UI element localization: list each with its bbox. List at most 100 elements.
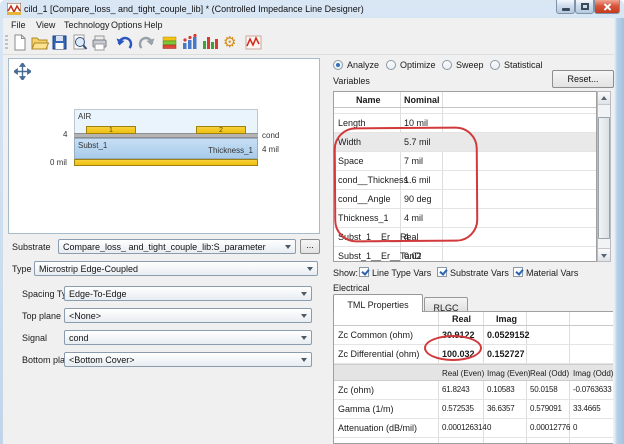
tab-rlgc[interactable]: RLGC bbox=[424, 297, 468, 312]
substrate-combobox[interactable]: Compare_loss_ and_tight_couple_lib:S_par… bbox=[58, 239, 296, 254]
radio-sweep-label: Sweep bbox=[456, 60, 484, 71]
toolbar-grip[interactable] bbox=[5, 35, 8, 51]
col-imag: Imag bbox=[496, 314, 517, 325]
radio-analyze-label: Analyze bbox=[347, 60, 379, 71]
redo-icon[interactable] bbox=[137, 33, 156, 52]
menu-view[interactable]: View bbox=[36, 20, 55, 30]
top-plane-field-label: Top plane bbox=[22, 311, 61, 322]
open-folder-icon[interactable] bbox=[30, 33, 49, 52]
chevron-down-icon bbox=[301, 336, 307, 340]
substrate-browse-button[interactable]: ... bbox=[300, 239, 320, 254]
menu-options[interactable]: Options bbox=[111, 20, 142, 30]
zc-row[interactable]: Zc (ohm) 61.8243 0.10583 50.0158 -0.0763… bbox=[334, 381, 613, 400]
radio-statistical[interactable] bbox=[490, 60, 500, 70]
variables-row-length[interactable]: Length10 mil bbox=[334, 114, 596, 133]
chevron-down-icon bbox=[285, 245, 291, 249]
signal-field-label: Signal bbox=[22, 333, 47, 344]
chevron-down-icon bbox=[301, 292, 307, 296]
substrate-label: Subst_1 bbox=[78, 141, 107, 150]
move-cursor-icon[interactable] bbox=[14, 63, 31, 80]
window-border bbox=[614, 18, 624, 444]
variables-section-label: Variables bbox=[333, 76, 370, 87]
signal-combobox[interactable]: cond bbox=[64, 330, 312, 345]
checkbox-substrate-vars[interactable] bbox=[437, 267, 447, 277]
save-icon[interactable] bbox=[50, 33, 69, 52]
checkbox-line-type-vars-label: Line Type Vars bbox=[372, 268, 431, 279]
air-label: AIR bbox=[78, 112, 91, 121]
col-imag-even: Imag (Even) bbox=[487, 369, 531, 379]
zc-differential-row[interactable]: Zc Differential (ohm) 100.032 0.152727 bbox=[334, 345, 613, 364]
variables-row-cond-thickness[interactable]: cond__Thickness1.6 mil bbox=[334, 171, 596, 190]
chevron-down-icon bbox=[301, 314, 307, 318]
undo-icon[interactable] bbox=[115, 33, 134, 52]
app-icon bbox=[7, 3, 21, 15]
print-icon[interactable] bbox=[90, 33, 109, 52]
maximize-icon bbox=[581, 3, 589, 10]
col-real-odd: Real (Odd) bbox=[530, 369, 569, 379]
chevron-down-icon bbox=[301, 358, 307, 362]
cross-section-canvas[interactable]: AIR 1 2 Subst_1 Thickness_1 4 0 mil cond… bbox=[8, 58, 320, 234]
electrical-table[interactable]: Real Imag Zc Common (ohm) 30.9122 0.0529… bbox=[333, 311, 613, 444]
conductor-1[interactable]: 1 bbox=[86, 126, 136, 134]
variables-row-cond-angle[interactable]: cond__Angle90 deg bbox=[334, 190, 596, 209]
toolbar: ⚙ bbox=[3, 31, 614, 55]
col-real: Real bbox=[452, 314, 471, 325]
substrate-stack-icon[interactable] bbox=[160, 33, 179, 52]
tab-tml-properties[interactable]: TML Properties bbox=[333, 294, 423, 312]
substrate-field-label: Substrate bbox=[12, 242, 51, 253]
col-nominal: Nominal bbox=[404, 95, 440, 106]
variables-row-er-tand[interactable]: Subst_1__Er__TanD0.02 bbox=[334, 247, 596, 266]
even-odd-header-row: Real (Even) Imag (Even) Real (Odd) Imag … bbox=[334, 364, 613, 381]
thickness-value-label: 4 mil bbox=[262, 145, 279, 154]
column-chart-icon[interactable] bbox=[200, 33, 219, 52]
window-title: cild_1 [Compare_loss_ and_tight_couple_l… bbox=[24, 4, 364, 14]
gamma-row[interactable]: Gamma (1/m) 0.572535 36.6357 0.579091 33… bbox=[334, 400, 613, 419]
checkbox-substrate-vars-label: Substrate Vars bbox=[450, 268, 509, 279]
thickness-label: Thickness_1 bbox=[208, 146, 253, 155]
radio-statistical-label: Statistical bbox=[504, 60, 543, 71]
menu-technology[interactable]: Technology bbox=[64, 20, 110, 30]
substrate-layer[interactable]: Subst_1 Thickness_1 bbox=[74, 138, 258, 159]
print-preview-icon[interactable] bbox=[70, 33, 89, 52]
checkbox-line-type-vars[interactable] bbox=[359, 267, 369, 277]
bottom-cover-layer[interactable] bbox=[74, 159, 258, 166]
variables-row-thickness-1[interactable]: Thickness_14 mil bbox=[334, 209, 596, 228]
checkbox-material-vars[interactable] bbox=[513, 267, 523, 277]
conductor-2[interactable]: 2 bbox=[196, 126, 246, 134]
variables-row-width[interactable]: Width5.7 mil bbox=[334, 133, 596, 152]
radio-sweep[interactable] bbox=[442, 60, 452, 70]
variables-table-header: Name Nominal bbox=[334, 92, 596, 108]
radio-analyze[interactable] bbox=[333, 60, 343, 70]
bottom-plane-combobox[interactable]: <Bottom Cover> bbox=[64, 352, 312, 367]
waveform-icon[interactable] bbox=[244, 33, 263, 52]
maximize-button[interactable] bbox=[575, 0, 594, 14]
settings-gear-icon[interactable]: ⚙ bbox=[223, 33, 242, 52]
minimize-icon bbox=[562, 8, 570, 11]
variables-row-er-real[interactable]: Subst_1__Er__Real4 bbox=[334, 228, 596, 247]
attenuation-db-row[interactable]: Attenuation (dB) 0.00126314 0 0.0012776 … bbox=[334, 438, 613, 444]
new-document-icon[interactable] bbox=[10, 33, 29, 52]
variables-row-space[interactable]: Space7 mil bbox=[334, 152, 596, 171]
scroll-thumb[interactable] bbox=[598, 117, 610, 239]
chevron-down-icon bbox=[307, 267, 313, 271]
titlebar[interactable]: cild_1 [Compare_loss_ and_tight_couple_l… bbox=[0, 0, 624, 18]
variables-scrollbar[interactable] bbox=[597, 91, 611, 262]
scroll-up-arrow[interactable] bbox=[598, 92, 610, 105]
zc-common-row[interactable]: Zc Common (ohm) 30.9122 0.0529152 bbox=[334, 326, 613, 345]
top-dim-label: 4 bbox=[63, 130, 67, 139]
bar-chart-markers-icon[interactable] bbox=[180, 33, 199, 52]
spacing-type-combobox[interactable]: Edge-To-Edge bbox=[64, 286, 312, 301]
menu-file[interactable]: File bbox=[11, 20, 26, 30]
electrical-section-label: Electrical bbox=[333, 283, 370, 294]
type-combobox[interactable]: Microstrip Edge-Coupled bbox=[34, 261, 318, 276]
menu-help[interactable]: Help bbox=[144, 20, 163, 30]
top-plane-combobox[interactable]: <None> bbox=[64, 308, 312, 323]
attenuation-per-mil-row[interactable]: Attenuation (dB/mil) 0.000126314 0 0.000… bbox=[334, 419, 613, 438]
close-button[interactable] bbox=[594, 0, 620, 14]
scroll-down-arrow[interactable] bbox=[598, 248, 610, 261]
bottom-dim-label: 0 mil bbox=[50, 158, 67, 167]
reset-button[interactable]: Reset... bbox=[552, 70, 614, 88]
minimize-button[interactable] bbox=[556, 0, 575, 14]
radio-optimize[interactable] bbox=[386, 60, 396, 70]
variables-table[interactable]: Name Nominal Length10 mil Width5.7 mil S… bbox=[333, 91, 597, 262]
